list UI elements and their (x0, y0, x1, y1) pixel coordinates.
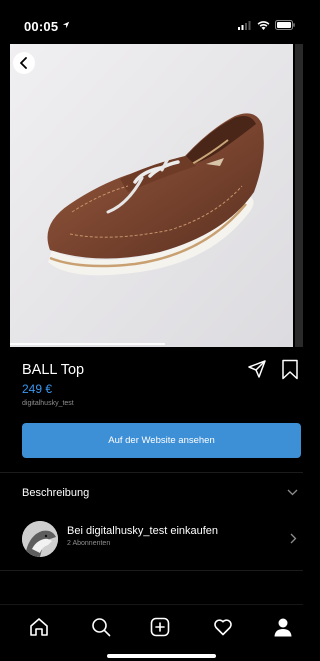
brown-sneaker-image (10, 44, 293, 347)
tab-home[interactable] (27, 615, 51, 639)
tab-search[interactable] (89, 615, 113, 639)
description-row[interactable]: Beschreibung (0, 478, 303, 508)
next-image-peek (295, 44, 303, 347)
location-arrow-icon (62, 21, 70, 29)
tab-profile[interactable] (271, 615, 295, 639)
wifi-icon (257, 20, 270, 30)
image-progress-indicator (10, 343, 165, 345)
search-icon (92, 618, 111, 637)
profile-icon (274, 618, 292, 637)
status-bar: 00:05 (0, 0, 303, 44)
product-shop-handle[interactable]: digitalhusky_test (22, 400, 74, 407)
description-label: Beschreibung (22, 487, 90, 499)
shop-avatar (22, 521, 58, 557)
tab-activity[interactable] (211, 615, 235, 639)
status-icons (238, 20, 295, 30)
tab-bar (0, 604, 303, 661)
product-title: BALL Top (22, 362, 85, 378)
bookmark-icon[interactable] (281, 359, 299, 380)
product-price: 249 € (22, 382, 53, 396)
husky-avatar-icon (22, 521, 58, 557)
product-image[interactable] (10, 44, 293, 347)
home-icon (30, 618, 48, 636)
shop-row[interactable]: Bei digitalhusky_test einkaufen 2 Abonne… (0, 515, 303, 565)
back-button[interactable] (13, 52, 35, 74)
divider (0, 570, 303, 571)
shop-followers: 2 Abonnenten (67, 540, 111, 547)
battery-icon (275, 20, 295, 30)
heart-icon (214, 619, 232, 636)
chevron-right-icon (290, 533, 297, 544)
home-indicator (107, 654, 216, 658)
add-icon (150, 617, 170, 637)
chevron-down-icon (287, 489, 298, 496)
divider (0, 472, 303, 473)
signal-icon (238, 20, 251, 30)
tab-add[interactable] (148, 615, 172, 639)
chevron-left-icon (20, 57, 27, 69)
product-info: BALL Top 249 € digitalhusky_test Auf der… (0, 349, 303, 467)
share-icon[interactable] (247, 359, 267, 379)
view-on-website-button[interactable]: Auf der Website ansehen (22, 423, 301, 458)
shop-name: Bei digitalhusky_test einkaufen (67, 525, 219, 537)
status-time: 00:05 (24, 19, 59, 34)
